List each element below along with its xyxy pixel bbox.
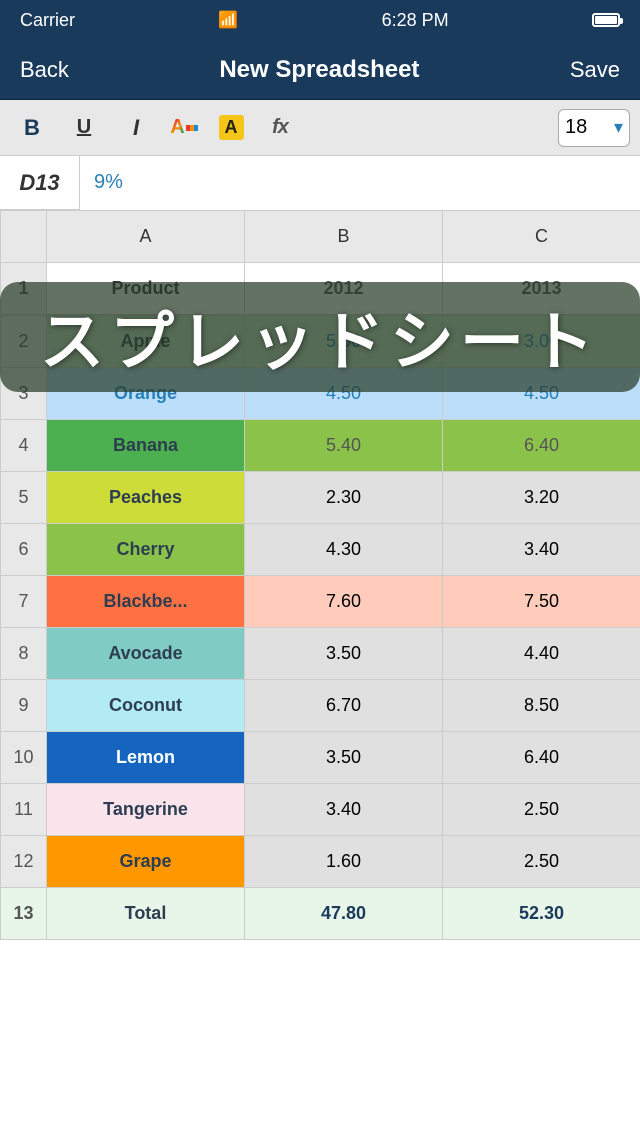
cell-11c[interactable]: 2.50 bbox=[443, 784, 640, 836]
table-row: 10Lemon3.506.40 bbox=[1, 732, 640, 784]
corner-header bbox=[1, 211, 47, 263]
cell-7a[interactable]: Blackbe... bbox=[47, 576, 245, 628]
cell-8c[interactable]: 4.40 bbox=[443, 628, 640, 680]
font-size-stepper-icon[interactable]: ▾ bbox=[614, 117, 623, 138]
table-row: 5Peaches2.303.20 bbox=[1, 472, 640, 524]
italic-button[interactable]: I bbox=[114, 109, 158, 147]
row-num: 8 bbox=[1, 628, 47, 680]
cell-3c[interactable]: 4.50 bbox=[443, 368, 640, 420]
row-num: 4 bbox=[1, 420, 47, 472]
table-row: 7Blackbe...7.607.50 bbox=[1, 576, 640, 628]
cell-9c[interactable]: 8.50 bbox=[443, 680, 640, 732]
row-num: 11 bbox=[1, 784, 47, 836]
row-num: 7 bbox=[1, 576, 47, 628]
row-num: 13 bbox=[1, 888, 47, 940]
cell-8a[interactable]: Avocade bbox=[47, 628, 245, 680]
underline-button[interactable]: U bbox=[62, 109, 106, 147]
cell-3b[interactable]: 4.50 bbox=[245, 368, 443, 420]
col-header-c[interactable]: C bbox=[443, 211, 640, 263]
font-size-control[interactable]: 18 ▾ bbox=[558, 109, 630, 147]
table-row: 8Avocade3.504.40 bbox=[1, 628, 640, 680]
cell-13c[interactable]: 52.30 bbox=[443, 888, 640, 940]
cell-1a[interactable]: Product bbox=[47, 263, 245, 315]
row-num: 6 bbox=[1, 524, 47, 576]
cell-7b[interactable]: 7.60 bbox=[245, 576, 443, 628]
table-row: 2Apple5.003.00 bbox=[1, 316, 640, 368]
col-header-b[interactable]: B bbox=[245, 211, 443, 263]
cell-7c[interactable]: 7.50 bbox=[443, 576, 640, 628]
cell-12c[interactable]: 2.50 bbox=[443, 836, 640, 888]
text-color-button[interactable]: A bbox=[166, 109, 204, 147]
status-time: 6:28 PM bbox=[382, 10, 449, 31]
cell-6b[interactable]: 4.30 bbox=[245, 524, 443, 576]
cell-4a[interactable]: Banana bbox=[47, 420, 245, 472]
color-swatch-icon bbox=[186, 125, 200, 131]
column-header-row: A B C bbox=[1, 211, 640, 263]
cell-2b[interactable]: 5.00 bbox=[245, 316, 443, 368]
formula-input[interactable] bbox=[80, 156, 640, 210]
status-carrier: Carrier bbox=[20, 10, 75, 31]
cell-6c[interactable]: 3.40 bbox=[443, 524, 640, 576]
spreadsheet: A B C 1 Product 2012 2013 スプレッドシート 2Appl… bbox=[0, 210, 640, 940]
cell-4b[interactable]: 5.40 bbox=[245, 420, 443, 472]
formula-button[interactable]: fx bbox=[258, 109, 302, 147]
table-row: 6Cherry4.303.40 bbox=[1, 524, 640, 576]
cell-1c[interactable]: 2013 bbox=[443, 263, 640, 315]
cell-3a[interactable]: Orange bbox=[47, 368, 245, 420]
cell-10a[interactable]: Lemon bbox=[47, 732, 245, 784]
back-button[interactable]: Back bbox=[20, 57, 69, 83]
yellow-a-icon: A bbox=[219, 115, 244, 140]
row-num: 1 bbox=[1, 263, 47, 315]
nav-title: New Spreadsheet bbox=[219, 56, 419, 84]
cell-5c[interactable]: 3.20 bbox=[443, 472, 640, 524]
cell-5b[interactable]: 2.30 bbox=[245, 472, 443, 524]
row-num: 12 bbox=[1, 836, 47, 888]
sheet-table: A B C 1 Product 2012 2013 bbox=[0, 210, 640, 315]
cell-9b[interactable]: 6.70 bbox=[245, 680, 443, 732]
row-num: 2 bbox=[1, 316, 47, 368]
status-wifi-icon: 📶 bbox=[218, 10, 238, 30]
formula-bar: D13 bbox=[0, 156, 640, 210]
cell-11b[interactable]: 3.40 bbox=[245, 784, 443, 836]
status-bar: Carrier 📶 6:28 PM bbox=[0, 0, 640, 40]
row-num: 3 bbox=[1, 368, 47, 420]
cell-2c[interactable]: 3.00 bbox=[443, 316, 640, 368]
table-row: 1 Product 2012 2013 bbox=[1, 263, 640, 315]
row-num: 5 bbox=[1, 472, 47, 524]
toolbar: B U I A A fx 18 ▾ bbox=[0, 100, 640, 156]
color-a-icon: A bbox=[170, 116, 184, 139]
font-size-value: 18 bbox=[565, 116, 587, 139]
cell-reference[interactable]: D13 bbox=[0, 156, 80, 210]
col-header-a[interactable]: A bbox=[47, 211, 245, 263]
cell-12b[interactable]: 1.60 bbox=[245, 836, 443, 888]
cell-10b[interactable]: 3.50 bbox=[245, 732, 443, 784]
data-table: 2Apple5.003.003Orange4.504.504Banana5.40… bbox=[0, 315, 640, 940]
bold-button[interactable]: B bbox=[10, 109, 54, 147]
cell-1b[interactable]: 2012 bbox=[245, 263, 443, 315]
table-row: 3Orange4.504.50 bbox=[1, 368, 640, 420]
save-button[interactable]: Save bbox=[570, 57, 620, 83]
table-row: 13Total47.8052.30 bbox=[1, 888, 640, 940]
cell-10c[interactable]: 6.40 bbox=[443, 732, 640, 784]
cell-9a[interactable]: Coconut bbox=[47, 680, 245, 732]
table-row: 12Grape1.602.50 bbox=[1, 836, 640, 888]
cell-11a[interactable]: Tangerine bbox=[47, 784, 245, 836]
cell-13a[interactable]: Total bbox=[47, 888, 245, 940]
nav-bar: Back New Spreadsheet Save bbox=[0, 40, 640, 100]
table-row: 11Tangerine3.402.50 bbox=[1, 784, 640, 836]
battery-icon bbox=[592, 13, 620, 27]
cell-12a[interactable]: Grape bbox=[47, 836, 245, 888]
cell-4c[interactable]: 6.40 bbox=[443, 420, 640, 472]
row-num: 9 bbox=[1, 680, 47, 732]
row-num: 10 bbox=[1, 732, 47, 784]
cell-13b[interactable]: 47.80 bbox=[245, 888, 443, 940]
cell-5a[interactable]: Peaches bbox=[47, 472, 245, 524]
table-row: 9Coconut6.708.50 bbox=[1, 680, 640, 732]
table-row: 4Banana5.406.40 bbox=[1, 420, 640, 472]
status-battery bbox=[592, 13, 620, 27]
cell-6a[interactable]: Cherry bbox=[47, 524, 245, 576]
cell-8b[interactable]: 3.50 bbox=[245, 628, 443, 680]
cell-2a[interactable]: Apple bbox=[47, 316, 245, 368]
highlight-color-button[interactable]: A bbox=[212, 109, 250, 147]
